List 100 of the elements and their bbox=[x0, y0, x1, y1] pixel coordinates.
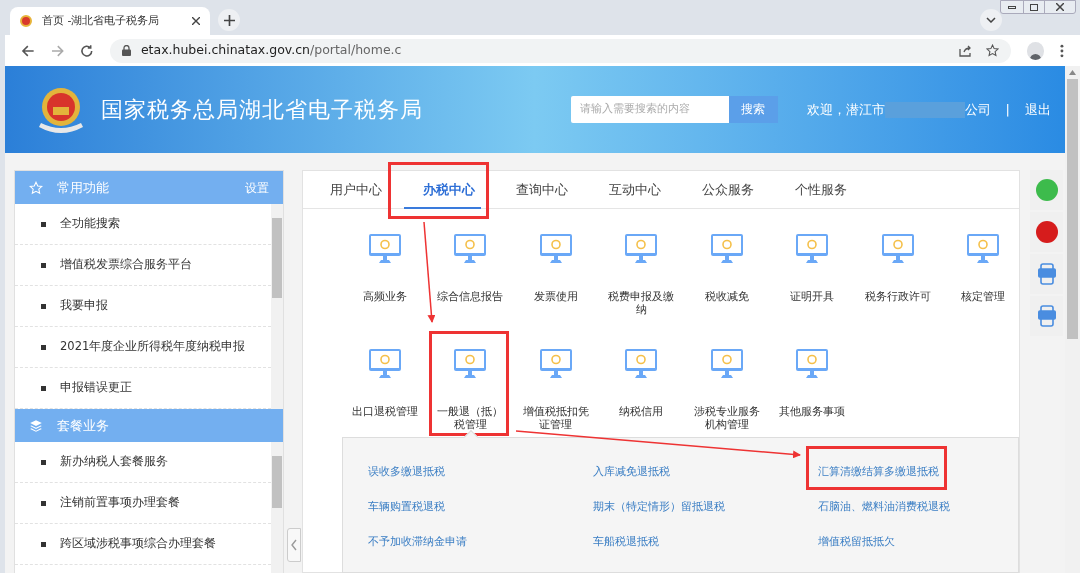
scrollbar-thumb[interactable] bbox=[272, 456, 282, 508]
monitor-icon bbox=[538, 348, 573, 380]
monitor-icon bbox=[367, 233, 402, 265]
service-tile[interactable]: 高频业务 bbox=[342, 233, 428, 333]
search-field[interactable]: 请输入需要搜索的内容 bbox=[570, 96, 729, 123]
menu-icon[interactable] bbox=[1060, 43, 1064, 58]
service-tile[interactable]: 税收减免 bbox=[684, 233, 770, 333]
close-icon bbox=[1056, 3, 1064, 11]
nav-tab[interactable]: 查询中心 bbox=[495, 171, 588, 208]
back-icon[interactable] bbox=[21, 43, 35, 58]
section-title: 套餐业务 bbox=[57, 416, 109, 435]
layers-icon bbox=[29, 418, 43, 433]
scrollbar-thumb[interactable] bbox=[272, 218, 282, 298]
tile-label: 涉税专业服务机构管理 bbox=[692, 405, 761, 431]
service-tile[interactable]: 纳税信用 bbox=[598, 348, 684, 448]
tile-label: 发票使用 bbox=[532, 290, 579, 303]
submenu-link[interactable]: 入库减免退抵税 bbox=[593, 465, 670, 478]
bullet-icon bbox=[41, 262, 46, 268]
submenu-link[interactable]: 汇算清缴结算多缴退抵税 bbox=[818, 465, 939, 478]
submenu-link[interactable]: 期末（特定情形）留抵退税 bbox=[593, 500, 725, 513]
tile-label: 综合信息报告 bbox=[436, 290, 505, 303]
monitor-icon bbox=[453, 348, 488, 380]
monitor-icon bbox=[624, 348, 659, 380]
tile-label: 核定管理 bbox=[960, 290, 1007, 303]
phone-icon bbox=[1037, 305, 1056, 327]
lock-icon bbox=[121, 45, 131, 56]
url-host: etax.hubei.chinatax.gov.cn bbox=[140, 41, 310, 60]
item-label: 全功能搜索 bbox=[60, 215, 120, 233]
bullet-icon bbox=[41, 221, 46, 227]
service-tile[interactable]: 核定管理 bbox=[940, 233, 1026, 333]
company-suffix: 公司 bbox=[964, 100, 991, 119]
monitor-icon bbox=[709, 233, 744, 265]
separator: | bbox=[1005, 100, 1010, 119]
section-title: 常用功能 bbox=[57, 178, 109, 197]
nav-tab[interactable]: 用户中心 bbox=[309, 171, 402, 208]
nav-tab[interactable]: 公众服务 bbox=[681, 171, 774, 208]
site-title: 国家税务总局湖北省电子税务局 bbox=[101, 96, 423, 124]
address-bar[interactable]: etax.hubei.chinatax.gov.cn/portal/home.c bbox=[109, 38, 1011, 63]
submenu-link[interactable]: 增值税留抵抵欠 bbox=[818, 535, 895, 548]
submenu-link[interactable]: 石脑油、燃料油消费税退税 bbox=[818, 500, 950, 513]
service-tile[interactable]: 出口退税管理 bbox=[342, 348, 428, 448]
maximize-button[interactable] bbox=[1023, 1, 1045, 13]
tile-label: 证明开具 bbox=[789, 290, 836, 303]
nav-tab[interactable]: 个性服务 bbox=[774, 171, 867, 208]
monitor-icon bbox=[880, 233, 915, 265]
item-label: 注销前置事项办理套餐 bbox=[60, 494, 180, 512]
bullet-icon bbox=[41, 344, 46, 350]
star-icon[interactable] bbox=[985, 44, 999, 57]
tile-label: 税费申报及缴纳 bbox=[607, 290, 676, 316]
submenu-link[interactable]: 误收多缴退抵税 bbox=[368, 465, 445, 478]
service-tile[interactable]: 发票使用 bbox=[513, 233, 599, 333]
search-input[interactable]: 请输入需要搜索的内容 bbox=[579, 101, 720, 118]
browser-tab[interactable]: 首页 -湖北省电子税务局 bbox=[10, 7, 210, 35]
bullet-icon bbox=[41, 541, 46, 547]
phone-icon bbox=[1037, 263, 1056, 285]
nav-tab[interactable]: 办税中心 bbox=[402, 171, 495, 208]
tile-label: 出口退税管理 bbox=[350, 405, 419, 418]
service-tile[interactable]: 证明开具 bbox=[769, 233, 855, 333]
submenu-link[interactable]: 车辆购置税退税 bbox=[368, 500, 445, 513]
monitor-icon bbox=[624, 233, 659, 265]
monitor-icon bbox=[453, 233, 488, 265]
share-icon[interactable] bbox=[958, 44, 972, 57]
star-icon bbox=[29, 180, 43, 195]
new-tab-button[interactable] bbox=[218, 9, 240, 31]
item-label: 我要申报 bbox=[60, 297, 108, 315]
service-tile[interactable]: 税费申报及缴纳 bbox=[598, 233, 684, 333]
tile-label: 其他服务事项 bbox=[778, 405, 847, 418]
submenu-link[interactable]: 不予加收滞纳金申请 bbox=[368, 535, 467, 548]
tile-label: 纳税信用 bbox=[618, 405, 665, 418]
item-label: 2021年度企业所得税年度纳税申报 bbox=[60, 338, 246, 356]
bullet-icon bbox=[41, 303, 46, 309]
service-tile[interactable]: 涉税专业服务机构管理 bbox=[684, 348, 770, 448]
tab-title: 首页 -湖北省电子税务局 bbox=[42, 12, 160, 29]
item-label: 跨区域涉税事项综合办理套餐 bbox=[60, 535, 216, 553]
scroll-up-icon[interactable] bbox=[1069, 70, 1076, 75]
monitor-icon bbox=[795, 348, 830, 380]
chevron-down-icon bbox=[986, 17, 996, 23]
monitor-icon bbox=[538, 233, 573, 265]
tile-label: 税收减免 bbox=[703, 290, 750, 303]
service-tile[interactable]: 税务行政许可 bbox=[855, 233, 941, 333]
plus-icon bbox=[223, 14, 235, 26]
service-tile[interactable]: 一般退（抵）税管理 bbox=[427, 348, 513, 448]
monitor-icon bbox=[966, 233, 1001, 265]
tile-label: 增值税抵扣凭证管理 bbox=[521, 405, 590, 431]
tile-label: 税务行政许可 bbox=[863, 290, 932, 303]
bullet-icon bbox=[41, 459, 46, 465]
bullet-icon bbox=[41, 385, 46, 391]
collapse-handle[interactable] bbox=[287, 528, 301, 562]
service-tile[interactable]: 其他服务事项 bbox=[769, 348, 855, 448]
service-tile[interactable]: 综合信息报告 bbox=[427, 233, 513, 333]
item-label: 增值税发票综合服务平台 bbox=[60, 256, 192, 274]
tile-label: 一般退（抵）税管理 bbox=[436, 405, 505, 431]
close-icon[interactable] bbox=[192, 17, 200, 25]
submenu-link[interactable]: 车船税退抵税 bbox=[593, 535, 659, 548]
nav-tab[interactable]: 互动中心 bbox=[588, 171, 681, 208]
scrollbar-thumb[interactable] bbox=[1067, 79, 1078, 339]
profile-avatar[interactable] bbox=[1026, 41, 1045, 60]
favicon-icon bbox=[20, 15, 32, 27]
service-tile[interactable]: 增值税抵扣凭证管理 bbox=[513, 348, 599, 448]
reload-icon[interactable] bbox=[80, 43, 94, 58]
